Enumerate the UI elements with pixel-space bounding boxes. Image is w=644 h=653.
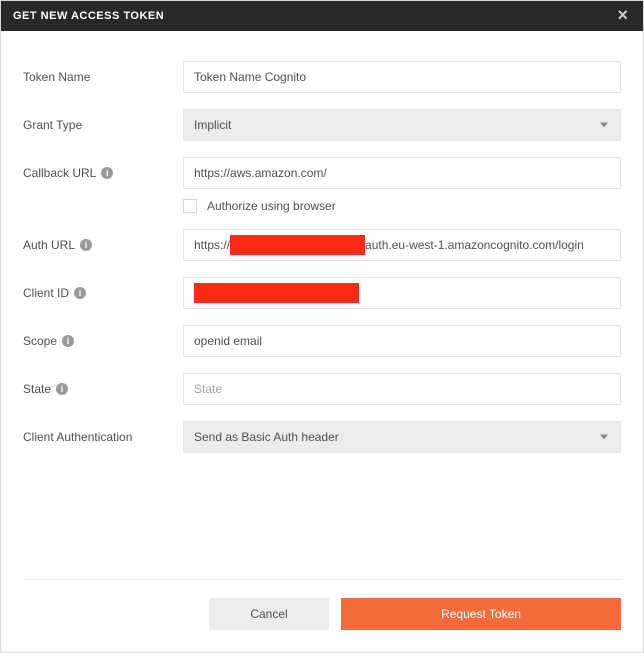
redacted-block (194, 283, 359, 303)
info-icon[interactable]: i (101, 167, 113, 179)
label-text: Client Authentication (23, 430, 132, 444)
scope-label: Scope i (23, 334, 183, 348)
callback-url-input[interactable] (183, 157, 621, 189)
client-id-label: Client ID i (23, 286, 183, 300)
chevron-down-icon (600, 435, 608, 440)
close-icon[interactable]: × (615, 8, 631, 24)
token-name-label: Token Name (23, 70, 183, 84)
info-icon[interactable]: i (74, 287, 86, 299)
token-name-row: Token Name (23, 61, 621, 93)
client-auth-label: Client Authentication (23, 430, 183, 444)
scope-row: Scope i (23, 325, 621, 357)
info-icon[interactable]: i (56, 383, 68, 395)
client-id-input[interactable] (183, 277, 621, 309)
select-value: Implicit (194, 118, 231, 132)
token-name-input[interactable] (183, 61, 621, 93)
label-text: Auth URL (23, 238, 75, 252)
dialog-content: Token Name Grant Type Implicit Callback … (1, 31, 643, 453)
auth-url-label: Auth URL i (23, 238, 183, 252)
callback-url-label: Callback URL i (23, 166, 183, 180)
dialog-titlebar: GET NEW ACCESS TOKEN × (1, 1, 643, 31)
request-token-button[interactable]: Request Token (341, 598, 621, 630)
auth-url-suffix: auth.eu-west-1.amazoncognito.com/login (365, 238, 584, 252)
authorize-browser-label: Authorize using browser (207, 199, 336, 213)
chevron-down-icon (600, 123, 608, 128)
get-new-access-token-dialog: GET NEW ACCESS TOKEN × Token Name Grant … (0, 0, 644, 653)
auth-url-row: Auth URL i https:// auth.eu-west-1.amazo… (23, 229, 621, 261)
callback-url-row: Callback URL i (23, 157, 621, 189)
dialog-title: GET NEW ACCESS TOKEN (13, 10, 615, 22)
client-auth-row: Client Authentication Send as Basic Auth… (23, 421, 621, 453)
authorize-browser-row: Authorize using browser (183, 199, 621, 213)
info-icon[interactable]: i (80, 239, 92, 251)
authorize-browser-checkbox[interactable] (183, 199, 197, 213)
state-row: State i (23, 373, 621, 405)
state-label: State i (23, 382, 183, 396)
label-text: Scope (23, 334, 57, 348)
cancel-button[interactable]: Cancel (209, 598, 329, 630)
client-auth-select[interactable]: Send as Basic Auth header (183, 421, 621, 453)
label-text: State (23, 382, 51, 396)
divider (23, 579, 621, 580)
auth-url-prefix: https:// (184, 238, 230, 252)
redacted-block (230, 235, 365, 255)
select-value: Send as Basic Auth header (194, 430, 339, 444)
state-input[interactable] (183, 373, 621, 405)
label-text: Callback URL (23, 166, 96, 180)
button-row: Cancel Request Token (23, 598, 621, 630)
client-id-row: Client ID i (23, 277, 621, 309)
grant-type-select[interactable]: Implicit (183, 109, 621, 141)
scope-input[interactable] (183, 325, 621, 357)
label-text: Client ID (23, 286, 69, 300)
grant-type-label: Grant Type (23, 118, 183, 132)
label-text: Grant Type (23, 118, 82, 132)
info-icon[interactable]: i (62, 335, 74, 347)
auth-url-input[interactable]: https:// auth.eu-west-1.amazoncognito.co… (183, 229, 621, 261)
label-text: Token Name (23, 70, 90, 84)
grant-type-row: Grant Type Implicit (23, 109, 621, 141)
dialog-footer: Cancel Request Token (23, 579, 621, 630)
